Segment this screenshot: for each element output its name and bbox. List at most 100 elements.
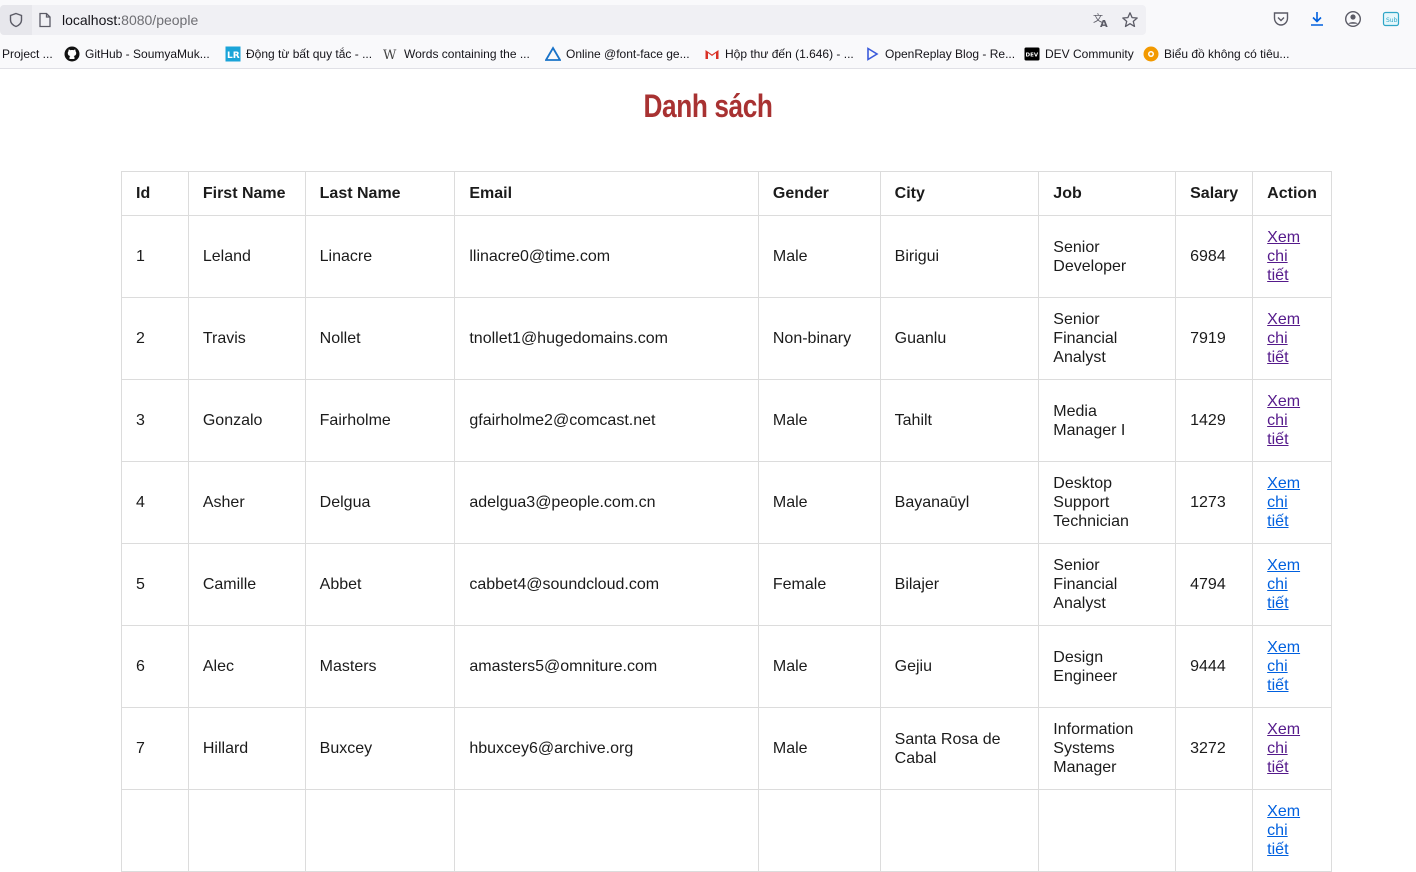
cell-gender: Female [757, 543, 881, 626]
bookmark-label: Online @font-face ge... [566, 47, 690, 61]
url-host: localhost: [62, 12, 122, 28]
cell-city: Tahilt [879, 379, 1040, 462]
svg-text:DEV: DEV [1026, 53, 1039, 59]
page-title: Danh sách [643, 88, 773, 124]
cell-action: Xem chi tiết [1252, 297, 1332, 380]
table-header: Id First Name Last Name Email Gender City Job S… [121, 171, 1332, 216]
cell-job: Senior Financial Analyst [1038, 297, 1177, 380]
col-header-salary: Salary [1175, 171, 1254, 216]
cell-email: hbuxcey6@archive.org [454, 707, 759, 790]
cell-city: Bilajer [879, 543, 1040, 626]
view-detail-link[interactable]: Xem chi tiết [1267, 474, 1303, 531]
bookmark-item[interactable]: DEV DEV Community [1024, 46, 1134, 62]
cell-salary [1175, 789, 1254, 872]
account-icon[interactable] [1344, 10, 1362, 33]
cell-email [454, 789, 759, 872]
cell-salary: 7919 [1175, 297, 1254, 380]
view-detail-link[interactable]: Xem chi tiết [1267, 802, 1303, 859]
bookmark-item[interactable]: GitHub - SoumyaMuk... [64, 46, 210, 62]
url-bar[interactable]: localhost:8080/people 文A [32, 5, 1146, 35]
tracking-protection-shield-icon[interactable] [0, 5, 32, 35]
bookmarks-toolbar: Project ... GitHub - SoumyaMuk... LR Độn… [0, 40, 1416, 69]
cell-last-name: Nollet [304, 297, 456, 380]
dev-icon: DEV [1024, 46, 1040, 62]
cell-action: Xem chi tiết [1252, 789, 1332, 872]
col-header-first-name: First Name [187, 171, 306, 216]
bookmark-item[interactable]: OpenReplay Blog - Re... [864, 46, 1015, 62]
bookmark-item[interactable]: Biểu đồ không có tiêu... [1143, 46, 1289, 62]
table-row: 3 Gonzalo Fairholme gfairholme2@comcast.net… [121, 379, 1332, 462]
bookmark-item[interactable]: W Words containing the ... [383, 46, 530, 62]
extension-icon[interactable]: Sub [1382, 10, 1400, 33]
cell-job: Information Systems Manager [1038, 707, 1177, 790]
cell-first-name: Camille [187, 543, 306, 626]
downloads-icon[interactable] [1308, 10, 1326, 33]
cell-last-name [304, 789, 456, 872]
cell-last-name: Abbet [304, 543, 456, 626]
bookmark-item[interactable]: LR Động từ bất quy tắc - ... [225, 46, 372, 62]
cell-last-name: Linacre [304, 215, 456, 298]
view-detail-link[interactable]: Xem chi tiết [1267, 720, 1303, 777]
view-detail-link[interactable]: Xem chi tiết [1267, 638, 1303, 695]
view-detail-link[interactable]: Xem chi tiết [1267, 310, 1303, 367]
url-text[interactable]: localhost:8080/people [62, 12, 198, 28]
cell-first-name: Leland [187, 215, 306, 298]
pocket-icon[interactable] [1272, 10, 1290, 33]
table-row: Xem chi tiết [121, 789, 1332, 872]
bookmark-star-icon[interactable] [1121, 11, 1139, 34]
cell-city: Bayanaūyl [879, 461, 1040, 544]
table-row: 6 Alec Masters amasters5@omniture.com Male Ge… [121, 625, 1332, 708]
table-row: 1 Leland Linacre llinacre0@time.com Male Biri… [121, 215, 1332, 298]
cell-gender: Non-binary [757, 297, 881, 380]
bookmark-item[interactable]: Project ... [2, 46, 53, 62]
chart-icon [1143, 46, 1159, 62]
svg-text:LR: LR [227, 51, 240, 61]
cell-id: 4 [121, 461, 189, 544]
lr-icon: LR [225, 46, 241, 62]
bookmark-label: Words containing the ... [404, 47, 530, 61]
view-detail-link[interactable]: Xem chi tiết [1267, 556, 1303, 613]
bookmark-label: Project ... [2, 47, 53, 61]
cell-action: Xem chi tiết [1252, 625, 1332, 708]
bookmark-label: GitHub - SoumyaMuk... [85, 47, 210, 61]
col-header-id: Id [121, 171, 189, 216]
cell-city: Santa Rosa de Cabal [879, 707, 1040, 790]
cell-salary: 6984 [1175, 215, 1254, 298]
cell-job: Senior Developer [1038, 215, 1177, 298]
bookmark-item[interactable]: Hộp thư đến (1.646) - ... [704, 46, 854, 62]
cell-email: adelgua3@people.com.cn [454, 461, 759, 544]
bookmark-item[interactable]: Online @font-face ge... [545, 46, 690, 62]
col-header-email: Email [454, 171, 759, 216]
table-row: 2 Travis Nollet tnollet1@hugedomains.com Non… [121, 297, 1332, 380]
cell-action: Xem chi tiết [1252, 379, 1332, 462]
cell-salary: 9444 [1175, 625, 1254, 708]
cell-email: tnollet1@hugedomains.com [454, 297, 759, 380]
cell-salary: 1429 [1175, 379, 1254, 462]
table-row: 5 Camille Abbet cabbet4@soundcloud.com Femal… [121, 543, 1332, 626]
cell-first-name: Alec [187, 625, 306, 708]
svg-text:W: W [383, 48, 397, 62]
cell-email: cabbet4@soundcloud.com [454, 543, 759, 626]
cell-first-name [187, 789, 306, 872]
view-detail-link[interactable]: Xem chi tiết [1267, 392, 1303, 449]
cell-job: Design Engineer [1038, 625, 1177, 708]
cell-id: 7 [121, 707, 189, 790]
translate-icon[interactable]: 文A [1092, 11, 1110, 34]
bookmark-label: OpenReplay Blog - Re... [885, 47, 1016, 61]
cell-salary: 1273 [1175, 461, 1254, 544]
cell-city: Guanlu [879, 297, 1040, 380]
wikipedia-w-icon: W [383, 46, 399, 62]
bookmark-label: Biểu đồ không có tiêu... [1164, 47, 1290, 61]
browser-toolbar: localhost:8080/people 文A Sub [0, 0, 1416, 40]
bookmark-label: DEV Community [1045, 47, 1134, 61]
view-detail-link[interactable]: Xem chi tiết [1267, 228, 1303, 285]
cell-job [1038, 789, 1177, 872]
cell-job: Media Manager I [1038, 379, 1177, 462]
col-header-job: Job [1038, 171, 1177, 216]
cell-first-name: Gonzalo [187, 379, 306, 462]
bookmark-label: Hộp thư đến (1.646) - ... [725, 47, 854, 61]
cell-last-name: Buxcey [304, 707, 456, 790]
cell-job: Desktop Support Technician [1038, 461, 1177, 544]
people-table: Id First Name Last Name Email Gender City Job S… [121, 171, 1332, 872]
cell-id [121, 789, 189, 872]
